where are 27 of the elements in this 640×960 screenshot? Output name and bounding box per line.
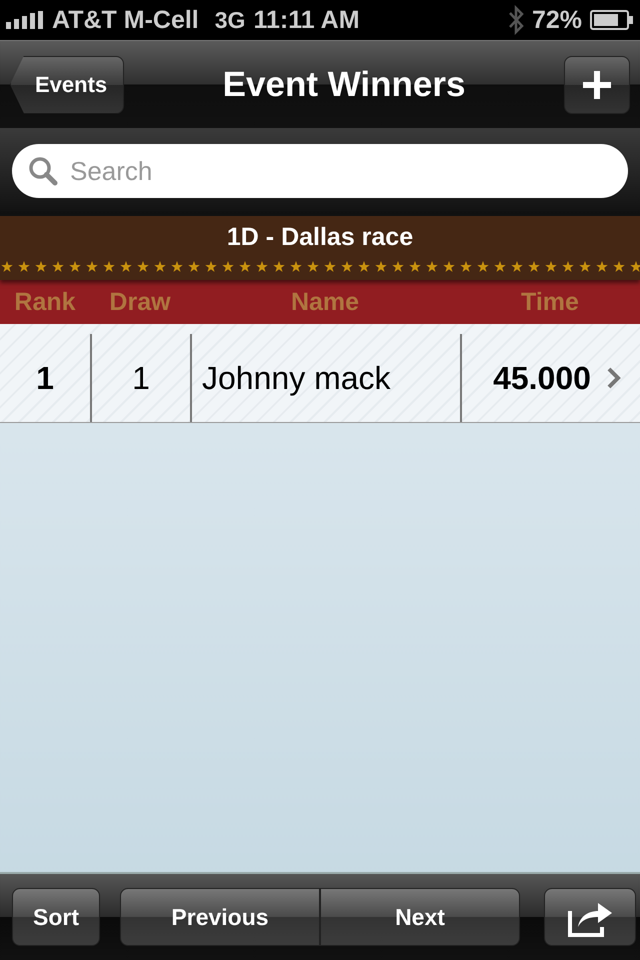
chevron-icon — [606, 367, 621, 389]
plus-icon — [582, 70, 611, 98]
column-header: Rank — [13, 288, 77, 316]
table-cell: 1 — [132, 360, 150, 396]
bluetooth-icon — [508, 5, 524, 35]
table-cell: Johnny mack — [202, 360, 391, 396]
table-row[interactable]: 1 1 Johnny mack 45.000 — [0, 324, 640, 423]
signal-icon — [6, 11, 44, 29]
table-cell: 1 — [36, 360, 54, 396]
battery-icon — [590, 10, 634, 30]
next-button[interactable]: Next — [320, 888, 520, 946]
screen-title: Event Winners — [222, 64, 466, 104]
back-button[interactable]: Events — [10, 56, 124, 114]
column-header: Draw — [108, 288, 172, 316]
network-type: 3G — [214, 6, 246, 34]
section-title: 1D - Dallas race — [226, 223, 414, 252]
sort-button[interactable]: Sort — [12, 888, 100, 946]
column-header: Name — [290, 288, 360, 316]
battery-percent: 72% — [532, 6, 582, 34]
column-header: Time — [520, 288, 580, 316]
clock-time: 11:11 AM — [253, 6, 360, 34]
share-button[interactable] — [544, 888, 636, 946]
search-field[interactable]: Search — [12, 144, 628, 198]
previous-button[interactable]: Previous — [120, 888, 320, 946]
table-cell: 45.000 — [493, 360, 591, 396]
add-button[interactable] — [564, 56, 630, 114]
carrier-name: AT&T M-Cell — [52, 6, 199, 34]
